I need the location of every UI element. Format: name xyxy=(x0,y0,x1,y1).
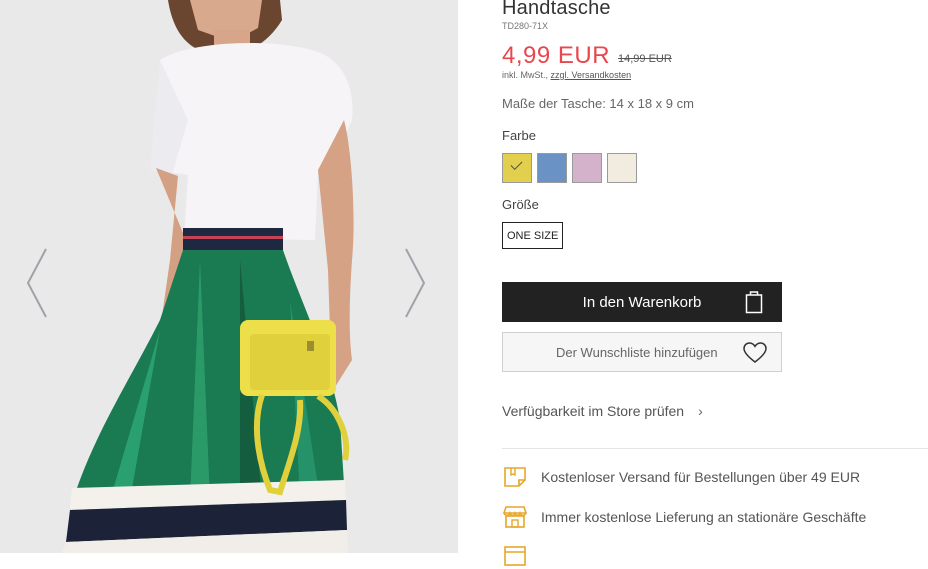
chevron-left-icon xyxy=(26,248,47,318)
shopping-bag-icon xyxy=(745,291,763,314)
free-shipping-box-icon xyxy=(504,467,526,487)
divider xyxy=(502,448,928,449)
product-title: Handtasche xyxy=(502,0,611,19)
chevron-right-icon: › xyxy=(698,403,703,419)
current-price: 4,99 EUR xyxy=(502,42,611,69)
benefit-store-delivery: Immer kostenlose Lieferung an stationäre… xyxy=(502,504,866,530)
benefit-text: Immer kostenlose Lieferung an stationäre… xyxy=(541,509,867,525)
product-image-gallery xyxy=(0,0,458,553)
calendar-icon xyxy=(504,546,526,566)
store-availability-label: Verfügbarkeit im Store prüfen xyxy=(502,403,685,419)
color-label: Farbe xyxy=(502,128,536,143)
size-option-one-size[interactable]: ONE SIZE xyxy=(502,222,564,249)
tax-prefix: inkl. MwSt., xyxy=(502,70,549,80)
product-photo xyxy=(62,0,354,553)
benefit-text: Kostenloser Versand für Bestellungen übe… xyxy=(541,469,861,485)
color-swatch-cream[interactable] xyxy=(607,153,637,183)
color-swatches xyxy=(502,153,637,183)
heart-icon xyxy=(743,342,767,363)
gallery-prev-button[interactable] xyxy=(24,245,52,321)
size-label: Größe xyxy=(502,197,539,212)
product-sku: TD280-71X xyxy=(502,21,549,31)
color-swatch-blue[interactable] xyxy=(537,153,567,183)
color-swatch-yellow[interactable] xyxy=(502,153,532,183)
add-to-wishlist-button[interactable]: Der Wunschliste hinzufügen xyxy=(502,332,782,372)
tax-note: inkl. MwSt., zzgl. Versandkosten xyxy=(502,70,631,80)
add-to-wishlist-label: Der Wunschliste hinzufügen xyxy=(556,344,718,360)
add-to-cart-button[interactable]: In den Warenkorb xyxy=(502,282,782,322)
gallery-next-button[interactable] xyxy=(400,245,428,321)
chevron-right-icon xyxy=(405,248,426,318)
shipping-costs-link[interactable]: zzgl. Versandkosten xyxy=(551,70,632,80)
old-price: 14,99 EUR xyxy=(618,53,672,65)
store-icon xyxy=(502,506,528,528)
product-details-panel: Handtasche TD280-71X 4,99 EUR 14,99 EUR … xyxy=(502,0,928,566)
benefit-free-shipping: Kostenloser Versand für Bestellungen übe… xyxy=(502,464,860,490)
benefit-partial xyxy=(502,543,541,569)
check-store-availability-link[interactable]: Verfügbarkeit im Store prüfen › xyxy=(502,403,703,419)
color-swatch-pink[interactable] xyxy=(572,153,602,183)
check-icon xyxy=(510,157,523,171)
add-to-cart-label: In den Warenkorb xyxy=(582,293,702,311)
bag-dimensions: Maße der Tasche: 14 x 18 x 9 cm xyxy=(502,96,694,111)
